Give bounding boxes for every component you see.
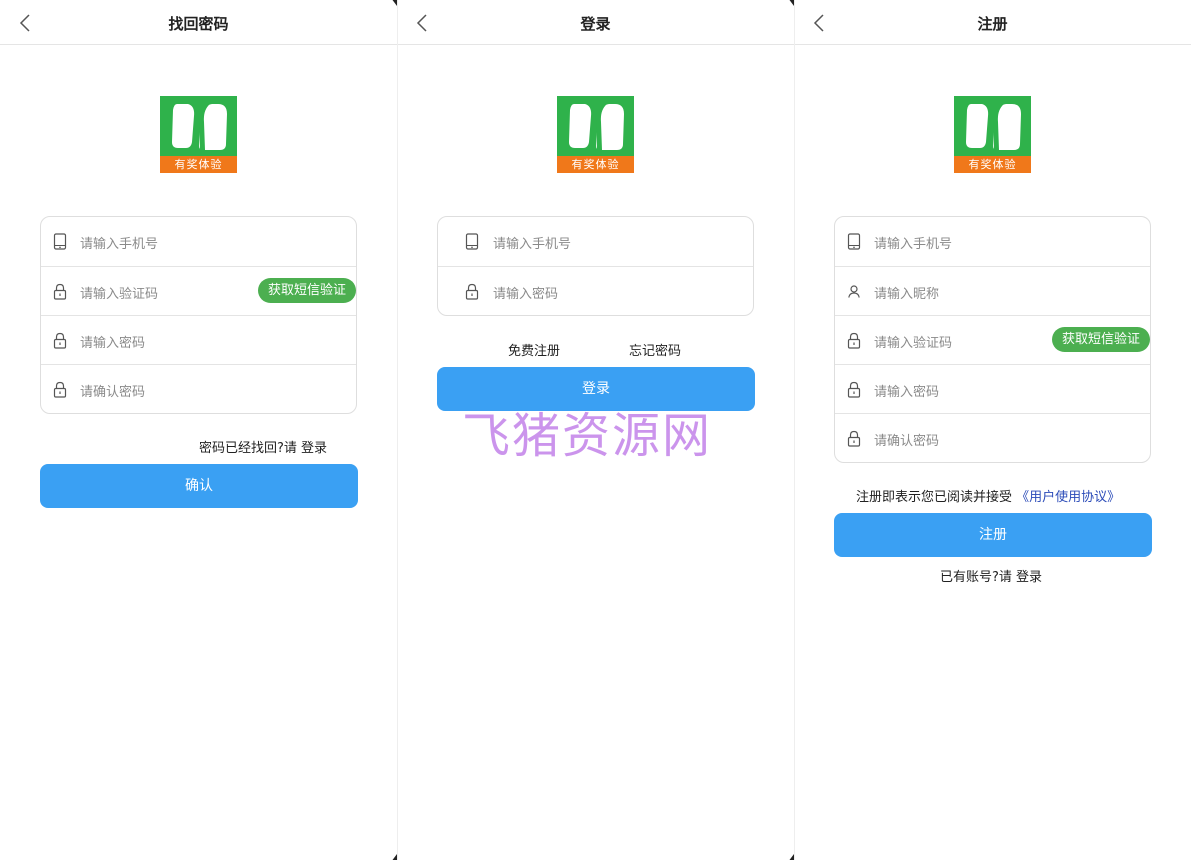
lock-icon <box>53 283 67 300</box>
code-placeholder: 请输入验证码 <box>874 336 953 351</box>
get-sms-code-button[interactable]: 获取短信验证 <box>257 278 356 303</box>
phone-icon <box>847 233 861 250</box>
password-field[interactable]: 请输入密码 <box>835 364 1150 413</box>
logo-caption: 有奖体验 <box>160 156 237 173</box>
lock-icon <box>53 332 67 349</box>
code-field[interactable]: 请输入验证码 获取短信验证 <box>835 315 1150 364</box>
phone-icon <box>465 233 479 250</box>
confirm-button[interactable]: 确认 <box>40 464 358 508</box>
agreement-notice: 注册即表示您已阅读并接受 《用户使用协议》 <box>856 486 1120 505</box>
app-logo: 有奖体验 <box>160 96 237 173</box>
password-field[interactable]: 请输入密码 <box>41 315 356 364</box>
confirm-password-placeholder: 请确认密码 <box>874 434 940 449</box>
phone-placeholder: 请输入手机号 <box>874 237 953 252</box>
agreement-text: 注册即表示您已阅读并接受 <box>856 490 1013 505</box>
phone-field[interactable]: 请输入手机号 <box>835 217 1150 266</box>
page-title: 登录 <box>580 15 611 33</box>
lock-icon <box>465 283 479 300</box>
register-form: 请输入手机号 请输入昵称 请输入验证码 获取短信验证 请输入密码 请确认密码 <box>834 216 1151 463</box>
lock-icon <box>847 430 861 447</box>
user-icon <box>848 285 860 298</box>
logo-caption: 有奖体验 <box>954 156 1031 173</box>
login-button[interactable]: 登录 <box>437 367 755 411</box>
forgot-form: 请输入手机号 请输入验证码 获取短信验证 请输入密码 请确认密码 <box>40 216 357 414</box>
confirm-password-field[interactable]: 请确认密码 <box>835 413 1150 462</box>
login-link[interactable]: 已有账号?请 登录 <box>940 566 1042 585</box>
page-title: 注册 <box>977 15 1008 33</box>
logo-caption: 有奖体验 <box>557 156 634 173</box>
phone-placeholder: 请输入手机号 <box>493 237 572 252</box>
app-logo: 有奖体验 <box>557 96 634 173</box>
lock-icon <box>847 381 861 398</box>
register-screen: 注册 有奖体验 请输入手机号 请输入昵称 请输入验证码 获取短信验证 请输入密码 <box>794 0 1191 860</box>
password-placeholder: 请输入密码 <box>80 336 146 351</box>
header: 登录 <box>397 0 794 45</box>
nickname-field[interactable]: 请输入昵称 <box>835 266 1150 315</box>
page-title: 找回密码 <box>168 15 229 33</box>
confirm-password-placeholder: 请确认密码 <box>80 385 146 400</box>
panel-divider <box>794 0 795 860</box>
phone-field[interactable]: 请输入手机号 <box>41 217 356 266</box>
forgot-password-link[interactable]: 忘记密码 <box>629 340 681 359</box>
password-field[interactable]: 请输入密码 <box>438 266 753 315</box>
password-placeholder: 请输入密码 <box>874 385 940 400</box>
login-screen: 登录 有奖体验 请输入手机号 请输入密码 免费注册 忘记密码 登录 <box>397 0 794 860</box>
phone-field[interactable]: 请输入手机号 <box>438 217 753 266</box>
password-placeholder: 请输入密码 <box>493 287 559 302</box>
confirm-password-field[interactable]: 请确认密码 <box>41 364 356 413</box>
get-sms-code-button[interactable]: 获取短信验证 <box>1051 327 1150 352</box>
header: 注册 <box>794 0 1191 45</box>
login-link[interactable]: 密码已经找回?请 登录 <box>199 437 327 456</box>
app-logo: 有奖体验 <box>954 96 1031 173</box>
forgot-password-screen: 找回密码 有奖体验 请输入手机号 请输入验证码 获取短信验证 请输入密码 请确认… <box>0 0 397 860</box>
panel-divider <box>397 0 398 860</box>
user-agreement-link[interactable]: 《用户使用协议》 <box>1016 490 1120 505</box>
register-button[interactable]: 注册 <box>834 513 1152 557</box>
lock-icon <box>53 381 67 398</box>
nickname-placeholder: 请输入昵称 <box>874 287 940 302</box>
register-link[interactable]: 免费注册 <box>508 340 560 359</box>
phone-placeholder: 请输入手机号 <box>80 237 159 252</box>
code-placeholder: 请输入验证码 <box>80 287 159 302</box>
header: 找回密码 <box>0 0 397 45</box>
code-field[interactable]: 请输入验证码 获取短信验证 <box>41 266 356 315</box>
login-form: 请输入手机号 请输入密码 <box>437 216 754 316</box>
lock-icon <box>847 332 861 349</box>
phone-icon <box>53 233 67 250</box>
